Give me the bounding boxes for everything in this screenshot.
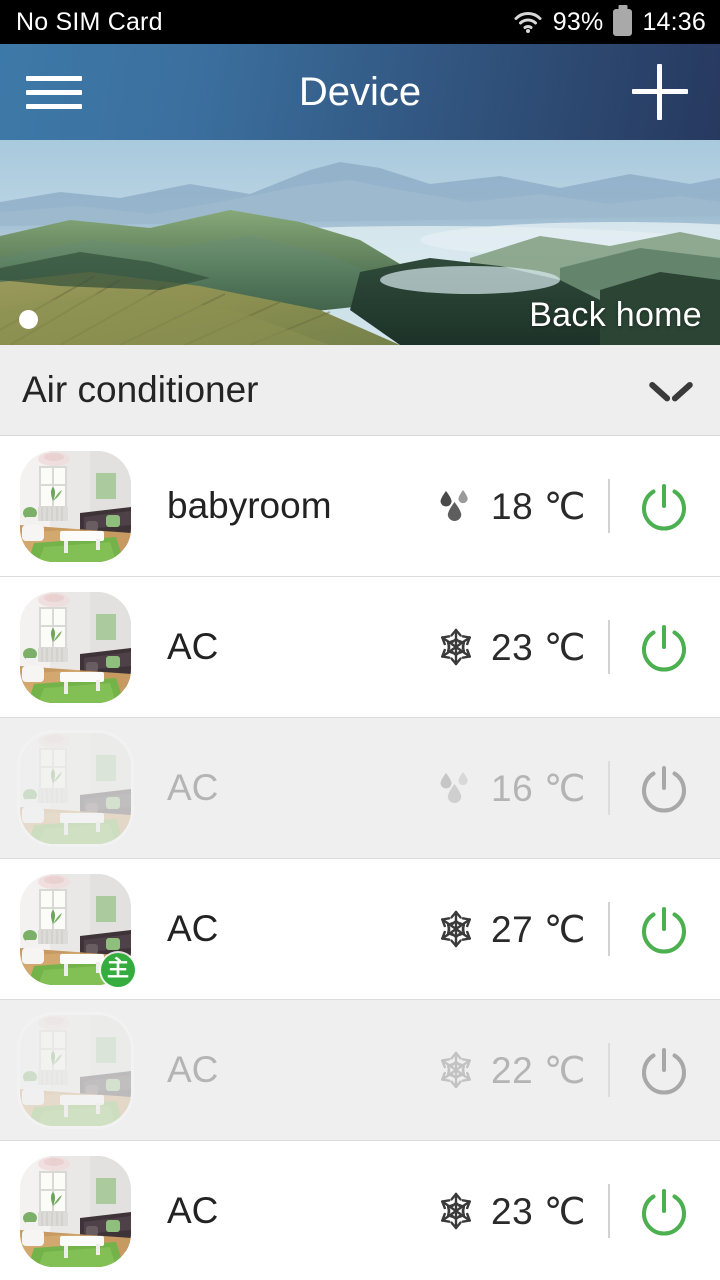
section-header-air-conditioner[interactable]: Air conditioner — [0, 345, 720, 436]
device-row-6[interactable]: AC 23 ℃ — [0, 1141, 720, 1280]
section-title: Air conditioner — [22, 369, 259, 410]
power-icon — [642, 484, 686, 531]
device-screen: No SIM Card 93% 14:36 Device Back home A… — [0, 0, 720, 1280]
clock-label: 14:36 — [642, 7, 706, 36]
device-thumbnail-wrap — [20, 450, 131, 562]
power-icon — [642, 625, 686, 672]
row-divider — [608, 761, 610, 815]
device-name: AC — [167, 626, 219, 667]
row-divider — [608, 1184, 610, 1238]
power-toggle-button-1[interactable] — [636, 478, 692, 534]
row-divider — [608, 479, 610, 533]
device-name: AC — [167, 908, 219, 949]
add-device-button[interactable] — [632, 64, 688, 120]
device-thumbnail-wrap: 主 — [20, 873, 135, 987]
device-status: 27 ℃ — [435, 908, 586, 951]
snowflake-icon — [435, 626, 477, 668]
device-status: 23 ℃ — [435, 626, 586, 669]
row-divider — [608, 620, 610, 674]
device-list: babyroom 18 ℃ AC 23 ℃ AC 16 ℃ 主 AC 27 ℃ … — [0, 436, 720, 1280]
room-photo — [20, 591, 131, 703]
power-icon — [642, 1048, 686, 1095]
device-thumbnail — [20, 1155, 131, 1267]
device-name: babyroom — [167, 485, 332, 526]
device-thumbnail — [20, 591, 131, 703]
device-status: 18 ℃ — [435, 485, 586, 528]
device-row-2[interactable]: AC 23 ℃ — [0, 577, 720, 718]
device-thumbnail-wrap — [20, 1155, 131, 1267]
device-name: AC — [167, 767, 219, 808]
device-status: 16 ℃ — [435, 767, 586, 810]
device-row-4[interactable]: 主 AC 27 ℃ — [0, 859, 720, 1000]
app-bar: Device — [0, 44, 720, 140]
device-thumbnail — [20, 732, 131, 844]
row-divider — [608, 902, 610, 956]
device-thumbnail-wrap — [20, 732, 131, 844]
device-thumbnail — [20, 1014, 131, 1126]
badge-glyph: 主 — [106, 956, 129, 982]
temperature-label: 23 ℃ — [491, 1190, 586, 1232]
power-toggle-button-2[interactable] — [636, 619, 692, 675]
chevron-down-icon[interactable] — [650, 378, 692, 402]
battery-percent-label: 93% — [552, 7, 604, 36]
carrier-label: No SIM Card — [16, 7, 163, 36]
room-photo — [20, 450, 131, 562]
device-thumbnail — [20, 450, 131, 562]
temperature-label: 23 ℃ — [491, 626, 586, 668]
page-title: Device — [298, 69, 422, 114]
power-icon — [642, 766, 686, 813]
device-name: AC — [167, 1190, 219, 1231]
device-name: AC — [167, 1049, 219, 1090]
snowflake-icon — [435, 908, 477, 950]
snowflake-icon — [435, 1190, 477, 1232]
room-photo — [20, 1014, 131, 1126]
status-icons: 93% 14:36 — [513, 8, 706, 37]
temperature-label: 18 ℃ — [491, 485, 586, 527]
wifi-icon — [513, 10, 543, 34]
device-thumbnail-wrap — [20, 1014, 131, 1126]
page-indicator-dot[interactable] — [19, 310, 38, 329]
device-status: 22 ℃ — [435, 1049, 586, 1092]
snowflake-icon — [435, 1049, 477, 1091]
temperature-label: 16 ℃ — [491, 767, 586, 809]
power-toggle-button-5[interactable] — [636, 1042, 692, 1098]
device-status: 23 ℃ — [435, 1190, 586, 1233]
power-toggle-button-4[interactable] — [636, 901, 692, 957]
temperature-label: 27 ℃ — [491, 908, 586, 950]
temperature-label: 22 ℃ — [491, 1049, 586, 1091]
status-bar: No SIM Card 93% 14:36 — [0, 0, 720, 44]
power-toggle-button-6[interactable] — [636, 1183, 692, 1239]
device-row-3[interactable]: AC 16 ℃ — [0, 718, 720, 859]
water-drop-icon — [435, 485, 477, 527]
master-device-badge: 主 — [101, 952, 135, 987]
room-photo — [20, 732, 131, 844]
power-icon — [642, 1189, 686, 1236]
device-row-5[interactable]: AC 22 ℃ — [0, 1000, 720, 1141]
back-home-label[interactable]: Back home — [529, 296, 702, 335]
water-drop-icon — [435, 767, 477, 809]
battery-icon — [613, 8, 633, 36]
device-thumbnail-wrap — [20, 591, 131, 703]
room-photo — [20, 1155, 131, 1267]
device-row-1[interactable]: babyroom 18 ℃ — [0, 436, 720, 577]
hamburger-menu-icon[interactable] — [26, 75, 90, 109]
power-toggle-button-3[interactable] — [636, 760, 692, 816]
row-divider — [608, 1043, 610, 1097]
hero-banner[interactable]: Back home — [0, 140, 720, 345]
power-icon — [642, 907, 686, 954]
